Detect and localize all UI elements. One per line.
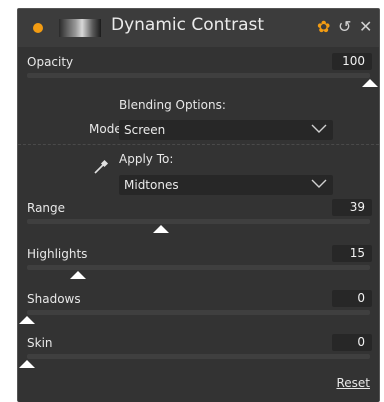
dynamic-contrast-panel: Dynamic Contrast ✿ ↺ ✕ Opacity 100 Blend… [17,8,380,402]
status-dot-icon[interactable] [33,23,43,33]
opacity-slider-handle[interactable] [362,79,378,87]
apply-to-select[interactable]: Midtones [119,175,333,195]
range-value[interactable]: 39 [332,199,372,216]
opacity-slider[interactable] [27,73,378,87]
mode-select[interactable]: Screen [119,120,333,140]
range-label: Range [27,201,66,215]
highlights-value[interactable]: 15 [332,245,372,262]
shadows-slider-handle[interactable] [19,316,35,324]
shadows-slider[interactable] [19,310,370,324]
chevron-down-icon [311,124,327,133]
opacity-value[interactable]: 100 [332,53,372,70]
mode-label: Mode [89,122,122,136]
highlights-slider-handle[interactable] [70,271,87,279]
panel-header: Dynamic Contrast ✿ ↺ ✕ [18,9,379,47]
highlights-slider[interactable] [27,265,370,279]
eyedropper-icon[interactable] [93,159,109,175]
shadows-value[interactable]: 0 [332,290,372,307]
shadows-label: Shadows [27,292,81,306]
skin-slider-handle[interactable] [19,360,35,368]
gear-icon[interactable]: ✿ [317,17,330,37]
chevron-down-icon [311,179,327,188]
opacity-label: Opacity [27,55,74,69]
undo-icon[interactable]: ↺ [338,17,351,37]
apply-to-label: Apply To: [119,152,174,166]
range-slider[interactable] [27,219,370,233]
blending-options-label: Blending Options: [119,98,226,112]
highlights-label: Highlights [27,247,88,261]
mode-select-value: Screen [124,123,166,137]
apply-to-select-value: Midtones [124,178,179,192]
close-icon[interactable]: ✕ [359,17,372,37]
skin-value[interactable]: 0 [332,334,372,351]
reset-link[interactable]: Reset [336,376,370,390]
skin-slider[interactable] [19,354,370,368]
panel-title: Dynamic Contrast [111,15,265,35]
range-slider-handle[interactable] [152,225,169,233]
filter-thumbnail [59,19,101,37]
skin-label: Skin [27,336,53,350]
section-divider [18,144,379,145]
